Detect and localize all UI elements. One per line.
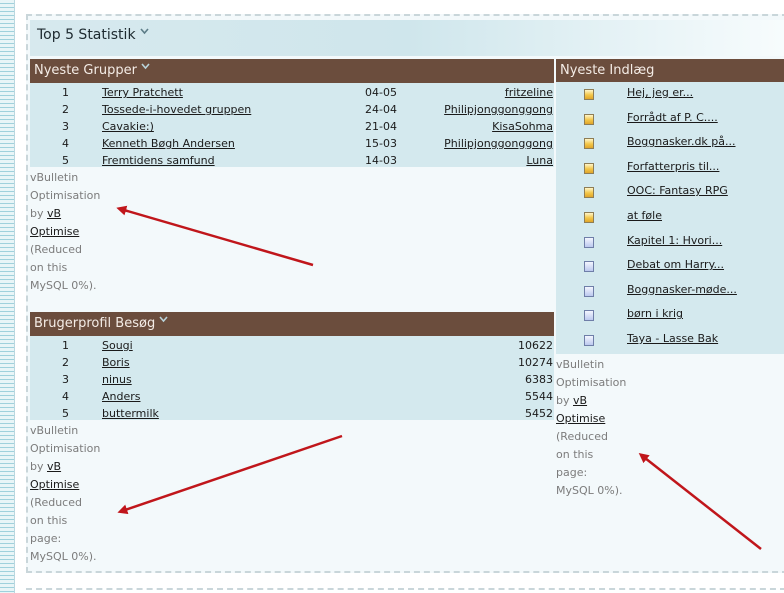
- red-arrow-icon: [117, 434, 343, 515]
- red-arrow-icon: [116, 205, 314, 267]
- annotation-arrows: [116, 205, 762, 550]
- red-arrow-icon: [638, 453, 762, 550]
